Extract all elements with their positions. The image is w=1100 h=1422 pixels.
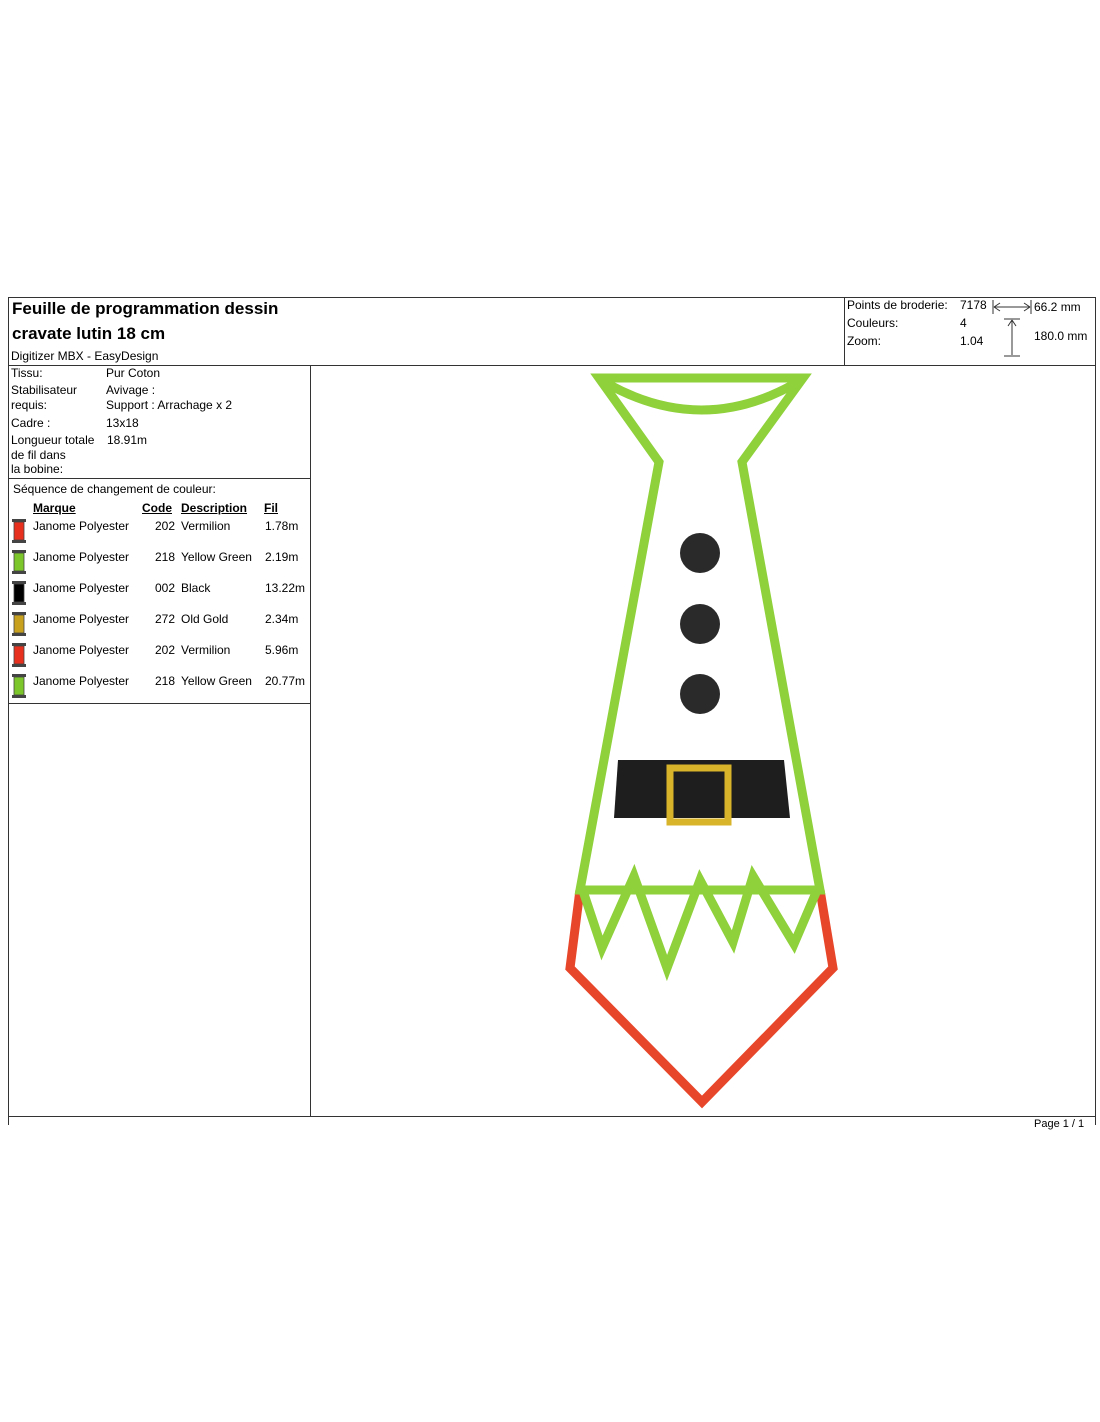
row-brand: Janome Polyester — [33, 519, 130, 533]
thread-length-label-2: de fil dans — [11, 448, 66, 462]
row-thread: 2.34m — [265, 612, 299, 626]
spool-color — [13, 645, 25, 665]
row-description: Black — [181, 581, 211, 595]
thread-spool-icon — [12, 581, 26, 605]
zoom-value: 1.04 — [960, 334, 984, 348]
thread-spool-icon — [12, 612, 26, 636]
spool-color — [13, 552, 25, 572]
page-number: Page 1 / 1 — [1034, 1118, 1085, 1130]
row-code: 002 — [154, 581, 175, 595]
design-preview — [565, 373, 838, 1109]
colors-value: 4 — [960, 316, 967, 330]
spool-color — [13, 583, 25, 603]
row-code: 218 — [154, 674, 175, 688]
column-thread: Fil — [264, 501, 278, 515]
row-thread: 13.22m — [265, 581, 306, 595]
zoom-label: Zoom: — [847, 334, 882, 348]
row-description: Yellow Green — [181, 550, 252, 564]
dimension-icon — [992, 300, 1032, 357]
row-description: Vermilion — [181, 643, 231, 657]
thread-spool-icon — [12, 519, 26, 543]
row-brand: Janome Polyester — [33, 674, 130, 688]
design-title-line2: cravate lutin 18 cm — [12, 324, 166, 343]
button-top — [680, 533, 720, 573]
design-title-line1: Feuille de programmation dessin — [12, 299, 279, 318]
tie-collar — [598, 376, 804, 415]
thread-spool-icon — [12, 643, 26, 667]
stitches-value: 7178 — [960, 298, 987, 312]
sequence-title: Séquence de changement de couleur: — [13, 482, 216, 496]
row-thread: 2.19m — [265, 550, 299, 564]
thread-spool-icon — [12, 674, 26, 698]
fabric-label: Tissu: — [11, 366, 43, 380]
row-brand: Janome Polyester — [33, 612, 130, 626]
sequence-divider — [8, 703, 310, 704]
hoop-value: 13x18 — [106, 416, 139, 430]
stitches-label: Points de broderie: — [847, 298, 948, 312]
thread-length-label-1: Longueur totale — [11, 433, 95, 447]
stabilizer-label-1: Stabilisateur — [11, 383, 78, 397]
row-description: Vermilion — [181, 519, 231, 533]
details-divider — [8, 478, 310, 479]
design-height: 180.0 mm — [1034, 329, 1088, 343]
spool-color — [13, 614, 25, 634]
row-brand: Janome Polyester — [33, 643, 130, 657]
row-code: 202 — [154, 643, 175, 657]
program-sheet: Feuille de programmation dessin cravate … — [0, 0, 1100, 1422]
row-code: 272 — [154, 612, 175, 626]
row-description: Yellow Green — [181, 674, 252, 688]
frame-bottom — [8, 1116, 1096, 1117]
column-code: Code — [142, 501, 172, 515]
colors-label: Couleurs: — [847, 316, 899, 330]
row-description: Old Gold — [181, 612, 229, 626]
column-description: Description — [181, 501, 248, 515]
stabilizer-value-2: Support : Arrachage x 2 — [106, 398, 233, 412]
software-name: Digitizer MBX - EasyDesign — [11, 349, 159, 363]
row-code: 202 — [154, 519, 175, 533]
thread-length-value: 18.91m — [107, 433, 148, 447]
header-divider — [844, 297, 845, 365]
column-brand: Marque — [33, 501, 76, 515]
frame-left — [8, 297, 9, 1125]
thread-length-label-3: la bobine: — [11, 462, 64, 476]
stabilizer-value-1: Avivage : — [106, 383, 156, 397]
row-brand: Janome Polyester — [33, 581, 130, 595]
hoop-label: Cadre : — [11, 416, 51, 430]
frame-right — [1095, 297, 1096, 1125]
thread-spool-icon — [12, 550, 26, 574]
row-code: 218 — [154, 550, 175, 564]
row-thread: 1.78m — [265, 519, 299, 533]
row-brand: Janome Polyester — [33, 550, 130, 564]
spool-color — [13, 521, 25, 541]
button-bottom — [680, 674, 720, 714]
design-width: 66.2 mm — [1034, 300, 1081, 314]
row-thread: 5.96m — [265, 643, 299, 657]
button-middle — [680, 604, 720, 644]
row-thread: 20.77m — [265, 674, 306, 688]
spool-color — [13, 676, 25, 696]
stabilizer-label-2: requis: — [11, 398, 48, 412]
fabric-value: Pur Coton — [106, 366, 161, 380]
